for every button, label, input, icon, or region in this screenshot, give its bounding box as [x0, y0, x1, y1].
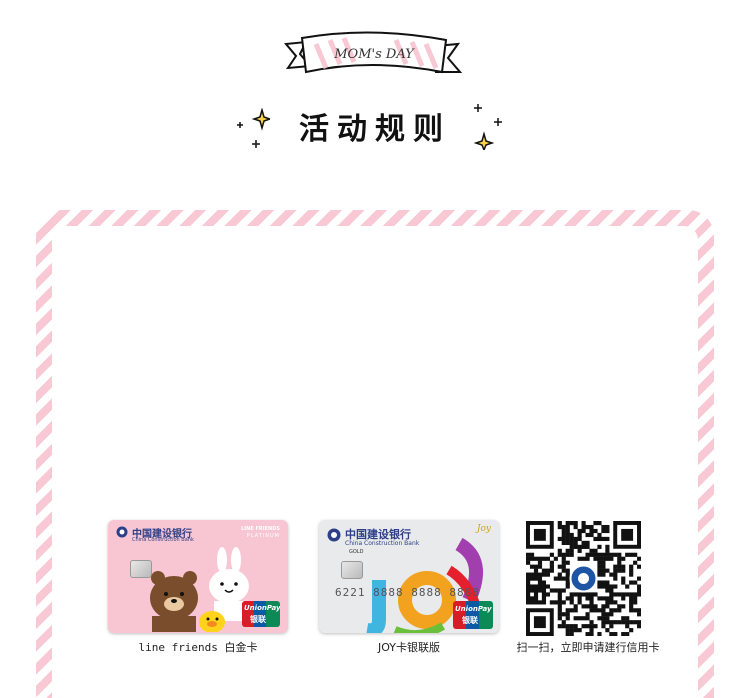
joy-card-caption: JOY卡银联版: [377, 641, 441, 654]
banner-text: MOM's DAY: [333, 47, 415, 62]
joy-card-image[interactable]: 中国建设银行 China Construction Bank GOLD Joy …: [319, 520, 499, 633]
moms-day-ribbon: MOM's DAY: [284, 31, 463, 74]
card-tier-brand: LINE FRIENDS: [241, 526, 280, 532]
line-friends-characters-icon: [150, 547, 249, 632]
card-tier: PLATINUM: [246, 533, 280, 539]
card-bank-en: China Construction Bank: [132, 537, 194, 543]
qr-caption: 扫一扫，立即申请建行信用卡: [516, 641, 660, 654]
page-title: 活动规则: [299, 112, 451, 147]
unionpay-cn-text: 银联: [462, 616, 478, 625]
apply-qr-code-icon[interactable]: [526, 521, 641, 636]
unionpay-text: UnionPay: [455, 605, 492, 613]
unionpay-text: UnionPay: [244, 604, 280, 612]
card-number: 6221 8888 8888 8888: [335, 586, 480, 599]
unionpay-logo-icon: UnionPay 银联: [453, 601, 493, 629]
line-friends-card-caption: line friends 白金卡: [138, 641, 258, 654]
card-chip-icon: [341, 561, 363, 579]
ccb-logo-icon: [116, 526, 128, 538]
unionpay-logo-icon: UnionPay 银联: [242, 601, 280, 627]
line-friends-card-image[interactable]: 中国建设银行 China Construction Bank LINE FRIE…: [108, 520, 288, 633]
ccb-logo-icon: [327, 528, 341, 542]
unionpay-cn-text: 银联: [250, 615, 266, 624]
